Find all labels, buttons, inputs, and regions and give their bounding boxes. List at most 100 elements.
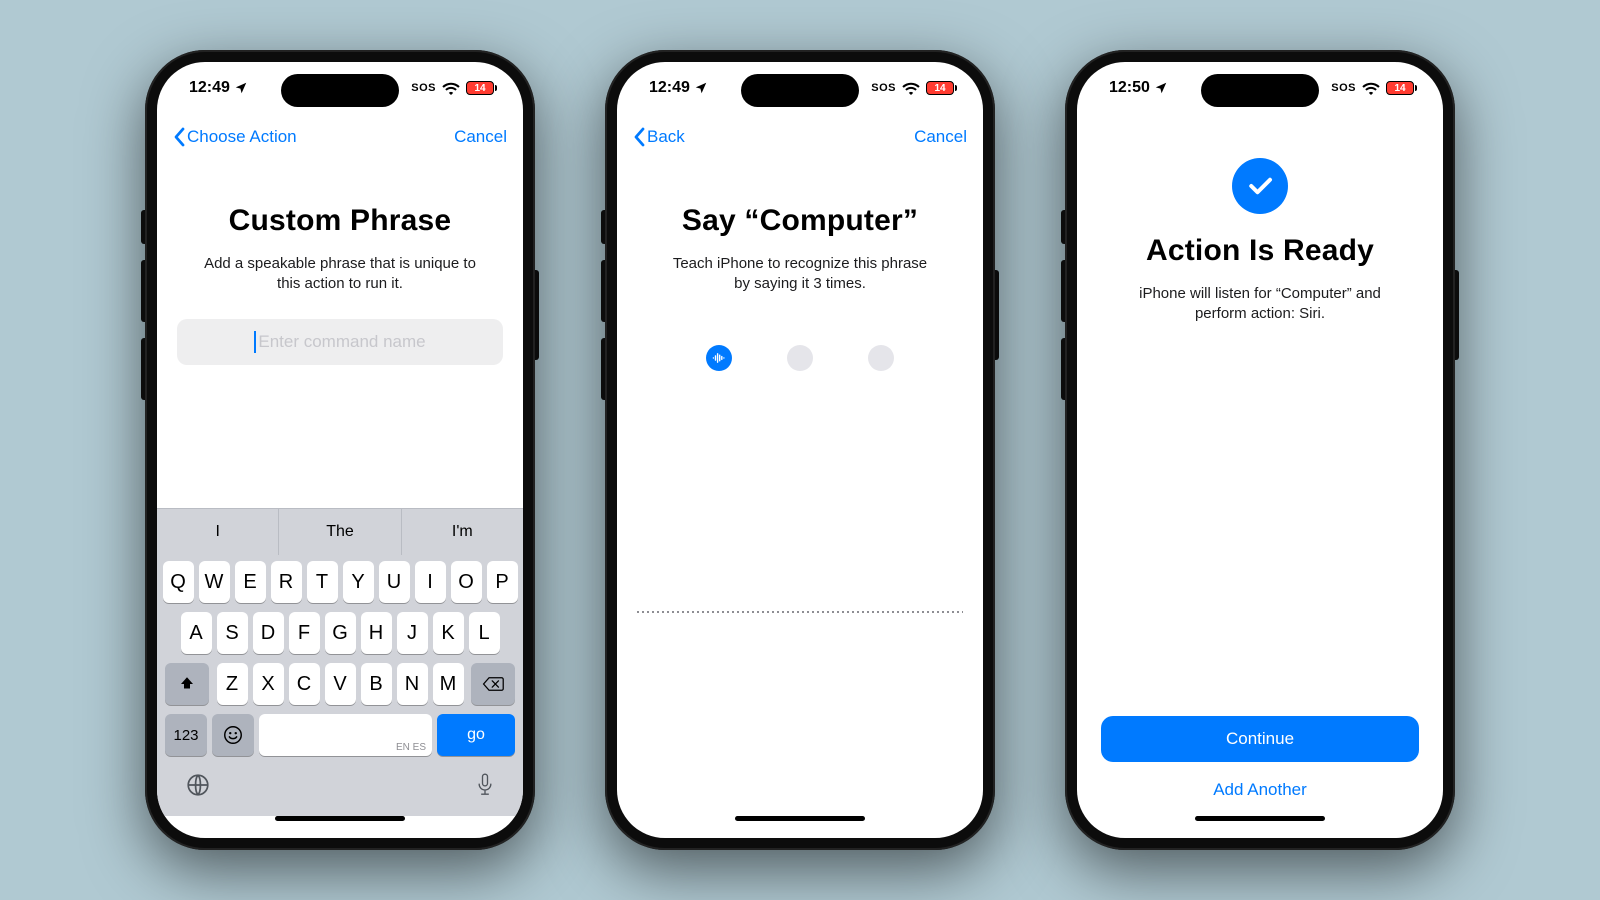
- key-h[interactable]: H: [361, 612, 392, 654]
- key-n[interactable]: N: [397, 663, 428, 705]
- page-title: Action Is Ready: [1097, 234, 1423, 268]
- wifi-icon: [902, 82, 920, 95]
- dynamic-island: [281, 74, 399, 107]
- command-name-input[interactable]: Enter command name: [177, 319, 503, 365]
- screen-3-action-ready: 12:50 SOS 14 Action: [1077, 62, 1443, 838]
- wifi-icon: [1362, 82, 1380, 95]
- key-j[interactable]: J: [397, 612, 428, 654]
- key-u[interactable]: U: [379, 561, 410, 603]
- page-subtitle: Add a speakable phrase that is unique to…: [203, 254, 477, 295]
- progress-dot-1: [706, 345, 732, 371]
- battery-indicator: 14: [926, 81, 957, 95]
- page-subtitle: Teach iPhone to recognize this phrase by…: [663, 254, 937, 295]
- content-area: Say “Computer” Teach iPhone to recognize…: [617, 160, 983, 816]
- back-button[interactable]: Choose Action: [173, 127, 297, 147]
- keyboard-row-2: A S D F G H J K L: [161, 612, 519, 654]
- mic-icon[interactable]: [475, 772, 495, 803]
- page-subtitle: iPhone will listen for “Computer” and pe…: [1123, 284, 1397, 325]
- keyboard-row-1: Q W E R T Y U I O P: [161, 561, 519, 603]
- phone-1: 12:49 SOS 14 Choose Action: [145, 50, 535, 850]
- battery-level: 14: [926, 81, 954, 95]
- nav-bar: Choose Action Cancel: [157, 114, 523, 160]
- key-x[interactable]: X: [253, 663, 284, 705]
- sos-indicator: SOS: [871, 82, 896, 94]
- key-a[interactable]: A: [181, 612, 212, 654]
- space-hint: EN ES: [396, 742, 426, 753]
- home-indicator[interactable]: [1077, 816, 1443, 838]
- key-y[interactable]: Y: [343, 561, 374, 603]
- cancel-button[interactable]: Cancel: [914, 127, 967, 147]
- key-w[interactable]: W: [199, 561, 230, 603]
- key-q[interactable]: Q: [163, 561, 194, 603]
- space-key[interactable]: EN ES: [259, 714, 432, 756]
- key-r[interactable]: R: [271, 561, 302, 603]
- input-placeholder: Enter command name: [258, 332, 425, 352]
- home-indicator[interactable]: [157, 816, 523, 838]
- page-title: Say “Computer”: [637, 204, 963, 238]
- key-l[interactable]: L: [469, 612, 500, 654]
- cancel-button[interactable]: Cancel: [454, 127, 507, 147]
- location-icon: [234, 81, 248, 95]
- suggestion-1[interactable]: I: [157, 509, 279, 555]
- key-c[interactable]: C: [289, 663, 320, 705]
- training-progress: [679, 345, 921, 371]
- shift-key[interactable]: [165, 663, 209, 705]
- progress-dot-2: [787, 345, 813, 371]
- phone-3: 12:50 SOS 14 Action: [1065, 50, 1455, 850]
- status-time: 12:49: [189, 79, 230, 97]
- battery-indicator: 14: [1386, 81, 1417, 95]
- home-indicator[interactable]: [617, 816, 983, 838]
- continue-button[interactable]: Continue: [1101, 716, 1419, 762]
- battery-level: 14: [1386, 81, 1414, 95]
- numeric-key[interactable]: 123: [165, 714, 207, 756]
- add-another-button[interactable]: Add Another: [1097, 762, 1423, 816]
- key-g[interactable]: G: [325, 612, 356, 654]
- keyboard-row-3: Z X C V B N M: [161, 663, 519, 705]
- keyboard: I The I'm Q W E R T Y U I O P A: [157, 508, 523, 816]
- go-key[interactable]: go: [437, 714, 515, 756]
- key-f[interactable]: F: [289, 612, 320, 654]
- dynamic-island: [741, 74, 859, 107]
- screen-2-say-phrase: 12:49 SOS 14 Back Cancel: [617, 62, 983, 838]
- back-label: Choose Action: [187, 127, 297, 147]
- key-v[interactable]: V: [325, 663, 356, 705]
- keyboard-footer: [157, 766, 523, 816]
- page-title: Custom Phrase: [177, 204, 503, 238]
- screen-1-custom-phrase: 12:49 SOS 14 Choose Action: [157, 62, 523, 838]
- status-time: 12:49: [649, 79, 690, 97]
- battery-level: 14: [466, 81, 494, 95]
- content-area: Action Is Ready iPhone will listen for “…: [1077, 114, 1443, 816]
- keyboard-row-4: 123 EN ES go: [161, 714, 519, 760]
- status-time: 12:50: [1109, 79, 1150, 97]
- location-icon: [694, 81, 708, 95]
- key-k[interactable]: K: [433, 612, 464, 654]
- suggestion-bar: I The I'm: [157, 509, 523, 555]
- key-z[interactable]: Z: [217, 663, 248, 705]
- wifi-icon: [442, 82, 460, 95]
- key-s[interactable]: S: [217, 612, 248, 654]
- success-check-icon: [1232, 158, 1288, 214]
- key-b[interactable]: B: [361, 663, 392, 705]
- backspace-key[interactable]: [471, 663, 515, 705]
- key-e[interactable]: E: [235, 561, 266, 603]
- suggestion-2[interactable]: The: [279, 509, 401, 555]
- globe-icon[interactable]: [185, 772, 211, 803]
- emoji-key[interactable]: [212, 714, 254, 756]
- text-cursor: [254, 331, 256, 353]
- phone-2: 12:49 SOS 14 Back Cancel: [605, 50, 995, 850]
- key-m[interactable]: M: [433, 663, 464, 705]
- key-o[interactable]: O: [451, 561, 482, 603]
- key-d[interactable]: D: [253, 612, 284, 654]
- suggestion-3[interactable]: I'm: [402, 509, 523, 555]
- key-p[interactable]: P: [487, 561, 518, 603]
- key-i[interactable]: I: [415, 561, 446, 603]
- dynamic-island: [1201, 74, 1319, 107]
- back-label: Back: [647, 127, 685, 147]
- sos-indicator: SOS: [1331, 82, 1356, 94]
- sos-indicator: SOS: [411, 82, 436, 94]
- key-t[interactable]: T: [307, 561, 338, 603]
- content-area: Custom Phrase Add a speakable phrase tha…: [157, 160, 523, 508]
- nav-bar: Back Cancel: [617, 114, 983, 160]
- back-button[interactable]: Back: [633, 127, 685, 147]
- location-icon: [1154, 81, 1168, 95]
